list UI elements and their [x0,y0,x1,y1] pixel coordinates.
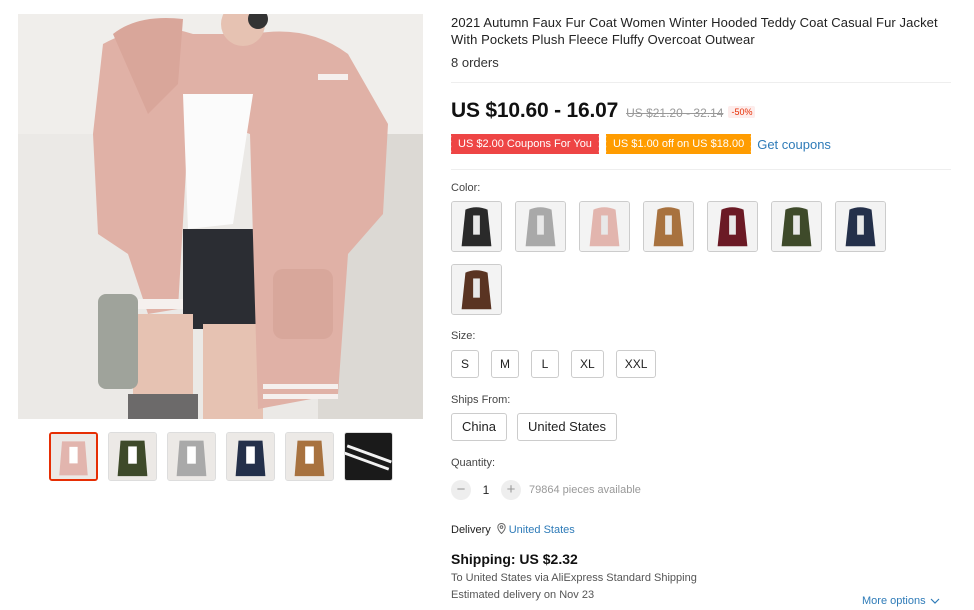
available-stock: 79864 pieces available [529,484,641,496]
chevron-down-icon [930,595,940,607]
original-price: US $21.20 - 32.14 [626,106,724,120]
product-photo [18,14,423,419]
color-swatch-army-green-coat[interactable] [771,201,822,252]
thumbnail-green[interactable] [108,432,157,481]
color-swatch-navy-coat[interactable] [835,201,886,252]
quantity-stepper: − 1 + 79864 pieces available [451,480,951,500]
shipping-cost: Shipping: US $2.32 [451,551,578,567]
quantity-decrease-button[interactable]: − [451,480,471,500]
ships-from-option-list: China United States [451,413,951,441]
more-options-link[interactable]: More options [862,595,940,607]
color-swatch-gray-coat[interactable] [515,201,566,252]
store-coupon-tag[interactable]: US $2.00 Coupons For You [449,134,599,154]
ships-from-label: Ships From: [451,394,511,406]
color-swatch-brown-coat[interactable] [451,264,502,315]
select-coupon-tag[interactable]: US $1.00 off on US $18.00 [603,134,752,154]
get-coupons-link[interactable]: Get coupons [757,137,831,152]
delivery-location-link[interactable]: United States [509,524,575,536]
order-count: 8 orders [451,55,499,70]
thumbnail-pink[interactable] [49,432,98,481]
color-swatch-wine-coat[interactable] [707,201,758,252]
location-pin-icon [497,522,506,537]
quantity-value[interactable]: 1 [471,483,501,497]
price-row: US $10.60 - 16.07 US $21.20 - 32.14 -50% [451,99,951,123]
quantity-label: Quantity: [451,457,496,469]
ships-from-option-united-states[interactable]: United States [516,413,618,441]
color-swatch-camel-coat[interactable] [643,201,694,252]
product-info-panel: 2021 Autumn Faux Fur Coat Women Winter H… [449,14,951,601]
thumbnail-navy[interactable] [226,432,275,481]
color-swatch-pink-coat[interactable] [579,201,630,252]
delivery-label: Delivery [451,524,491,536]
size-option-xl[interactable]: XL [571,350,604,378]
size-option-list: S M L XL XXL [451,350,951,378]
color-swatch-black-coat[interactable] [451,201,502,252]
thumbnail-gray[interactable] [167,432,216,481]
delivery-row: Delivery United States [451,522,951,537]
divider [451,82,951,83]
discount-badge: -50% [728,106,756,118]
divider [451,169,951,170]
size-label: Size: [451,330,476,342]
size-option-m[interactable]: M [491,350,519,378]
size-option-s[interactable]: S [451,350,479,378]
product-title: 2021 Autumn Faux Fur Coat Women Winter H… [451,15,938,47]
thumbnail-camel[interactable] [285,432,334,481]
shipping-method: To United States via AliExpress Standard… [451,572,697,584]
color-swatch-list [451,201,891,315]
quantity-increase-button[interactable]: + [501,480,521,500]
size-option-l[interactable]: L [531,350,559,378]
coupon-row: US $2.00 Coupons For You US $1.00 off on… [449,134,951,154]
current-price: US $10.60 - 16.07 [451,99,619,122]
thumbnail-strip [49,432,393,481]
thumbnail-stripe-detail[interactable] [344,432,393,481]
main-product-image[interactable] [18,14,423,419]
size-option-xxl[interactable]: XXL [615,350,657,378]
color-label: Color: [451,182,481,194]
ships-from-option-china[interactable]: China [451,413,507,441]
more-options-label: More options [862,595,926,607]
